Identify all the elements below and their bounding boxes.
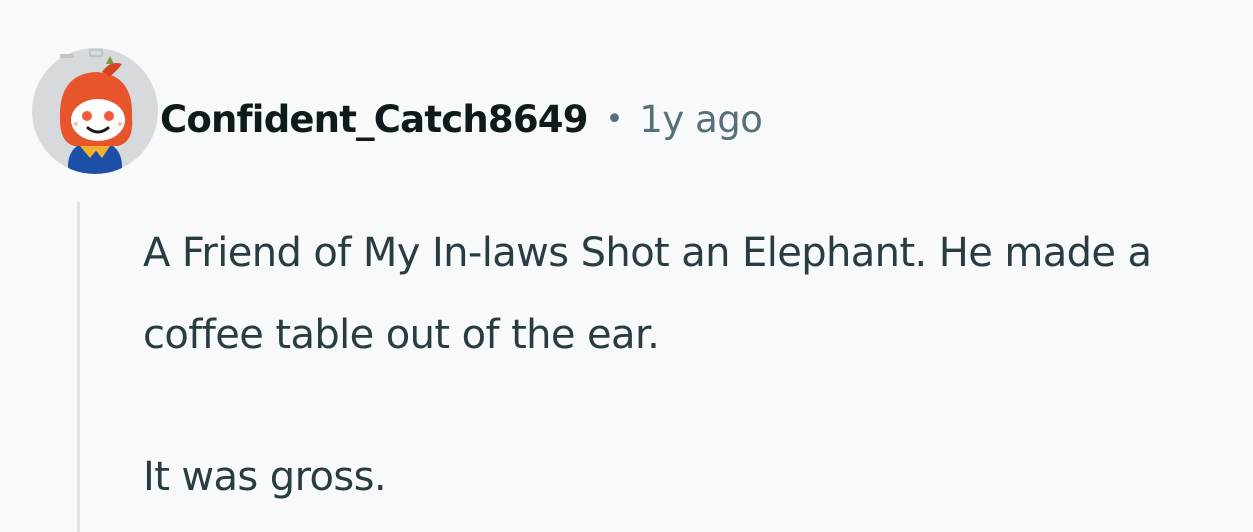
author-username[interactable]: Confident_Catch8649 [160, 98, 588, 141]
meta-separator: • [605, 101, 624, 137]
comment-meta: Confident_Catch8649 • 1y ago [160, 92, 763, 146]
comment: Confident_Catch8649 • 1y ago A Friend of… [0, 0, 1253, 532]
comment-paragraph: A Friend of My In-laws Shot an Elephant.… [143, 230, 1152, 358]
thread-line[interactable] [77, 202, 80, 532]
comment-paragraph: It was gross. [143, 454, 387, 500]
comment-timestamp[interactable]: 1y ago [639, 98, 763, 141]
user-avatar[interactable] [30, 46, 160, 176]
comment-body: A Friend of My In-laws Shot an Elephant.… [143, 212, 1248, 518]
reddit-snoo-avatar-icon [32, 48, 158, 174]
